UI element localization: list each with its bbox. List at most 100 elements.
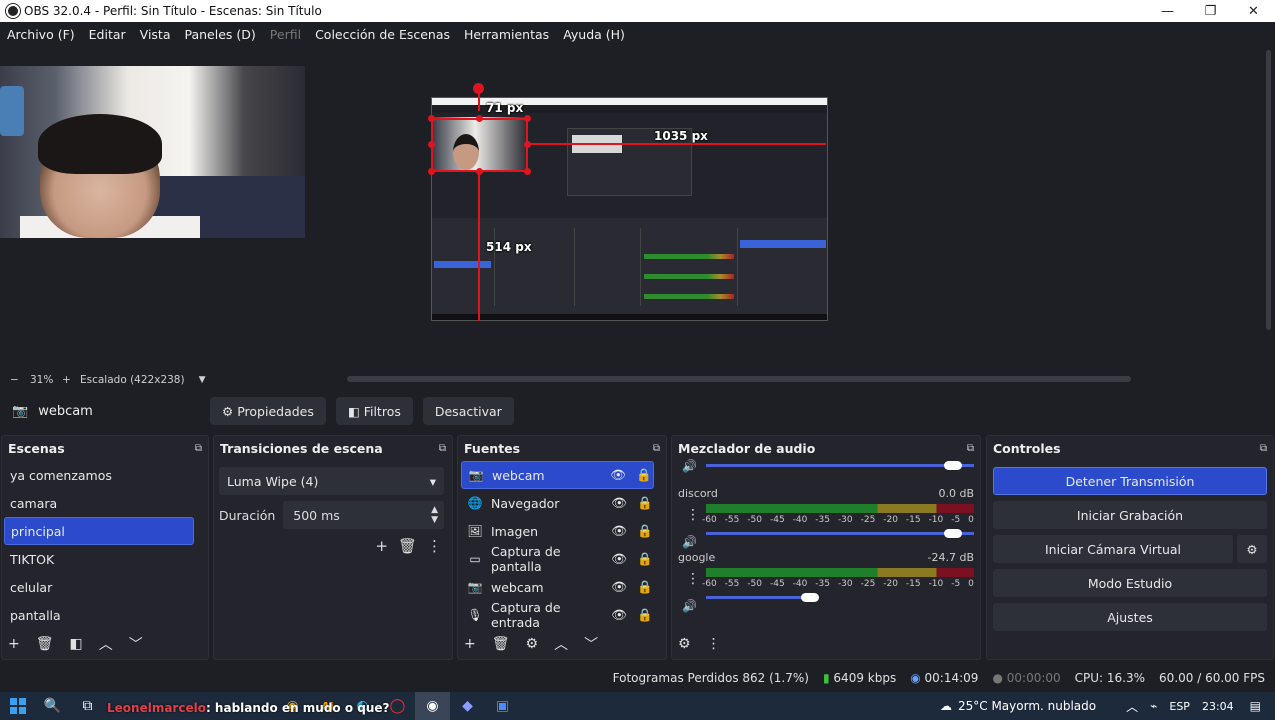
clock[interactable]: 23:04: [1202, 700, 1234, 713]
resize-handle-tl[interactable]: [428, 115, 435, 122]
scene-item[interactable]: principal: [4, 517, 194, 545]
notification-icon[interactable]: ▤: [1250, 699, 1261, 713]
transition-select[interactable]: Luma Wipe (4) ▾: [219, 467, 444, 495]
scene-filters-icon[interactable]: ◧: [70, 636, 83, 652]
add-scene-icon[interactable]: +: [8, 636, 20, 652]
source-item[interactable]: ▭ Captura de pantalla 👁 🔒: [461, 544, 654, 574]
trash-icon[interactable]: 🗑: [398, 537, 417, 555]
more-options-icon[interactable]: ⋮: [686, 571, 700, 587]
studio-mode-button[interactable]: Modo Estudio: [993, 569, 1267, 597]
scaling-dropdown-icon[interactable]: ▼: [199, 375, 206, 385]
volume-slider[interactable]: [706, 529, 974, 539]
more-options-icon[interactable]: ⋮: [427, 537, 442, 555]
resize-handle-mr[interactable]: [524, 141, 531, 148]
eye-icon[interactable]: 👁: [610, 495, 628, 511]
network-icon[interactable]: ⌁: [1150, 699, 1157, 713]
resize-handle-br[interactable]: [524, 168, 531, 175]
source-item[interactable]: 🎙 Captura de entrada 👁 🔒: [461, 600, 654, 630]
scene-item[interactable]: TIKTOK: [4, 545, 194, 573]
source-item[interactable]: 📷 webcam 👁 🔒: [461, 461, 654, 489]
duration-input[interactable]: 500 ms ▲ ▼: [283, 501, 444, 529]
gear-icon[interactable]: ⚙: [526, 636, 539, 652]
menu-item-1[interactable]: Editar: [82, 27, 133, 42]
obs-icon[interactable]: ◉: [415, 692, 450, 720]
menu-item-5[interactable]: Colección de Escenas: [308, 27, 457, 42]
resize-handle-tm[interactable]: [476, 115, 483, 122]
weather-text[interactable]: 25°C Mayorm. nublado: [958, 699, 1096, 713]
minimize-button[interactable]: —: [1146, 0, 1189, 22]
close-button[interactable]: ✕: [1232, 0, 1275, 22]
top-volume-slider[interactable]: [706, 461, 974, 471]
advanced-audio-icon[interactable]: ⚙: [678, 636, 691, 652]
trash-icon[interactable]: 🗑: [36, 636, 54, 652]
lock-icon[interactable]: 🔒: [636, 579, 654, 595]
preview-area[interactable]: 71 px 1035 px 514 px: [0, 46, 1262, 371]
more-options-icon[interactable]: ⋮: [707, 636, 721, 652]
resize-handle-tr[interactable]: [524, 115, 531, 122]
maximize-button[interactable]: ❐: [1189, 0, 1232, 22]
menu-item-7[interactable]: Ayuda (H): [556, 27, 632, 42]
move-up-icon[interactable]: ︿: [99, 634, 113, 654]
speaker-icon[interactable]: 🔊: [682, 535, 697, 549]
scene-item[interactable]: camara: [4, 489, 194, 517]
source-item[interactable]: 🌐 Navegador 👁 🔒: [461, 489, 654, 517]
lock-icon[interactable]: 🔒: [635, 467, 653, 483]
settings-button[interactable]: Ajustes: [993, 603, 1267, 631]
eye-icon[interactable]: 👁: [610, 523, 628, 539]
filters-button[interactable]: ◧ Filtros: [335, 397, 413, 425]
undock-icon[interactable]: ⧉: [1260, 443, 1267, 454]
virtual-camera-settings-button[interactable]: ⚙: [1237, 535, 1267, 563]
stop-streaming-button[interactable]: Detener Transmisión: [993, 467, 1267, 495]
source-item[interactable]: 🖼 Imagen 👁 🔒: [461, 517, 654, 545]
move-up-icon[interactable]: ︿: [554, 634, 568, 654]
lock-icon[interactable]: 🔒: [636, 551, 654, 567]
menu-item-3[interactable]: Paneles (D): [178, 27, 263, 42]
deactivate-button[interactable]: Desactivar: [422, 397, 514, 425]
zoom-in-button[interactable]: +: [62, 374, 76, 386]
undock-icon[interactable]: ⧉: [653, 443, 660, 454]
scene-item[interactable]: celular: [4, 573, 194, 601]
undock-icon[interactable]: ⧉: [439, 443, 446, 454]
add-source-icon[interactable]: +: [464, 636, 476, 652]
preview-vertical-scrollbar[interactable]: [1262, 46, 1275, 371]
trash-icon[interactable]: 🗑: [492, 636, 510, 652]
virtual-camera-button[interactable]: Iniciar Cámara Virtual: [993, 535, 1233, 563]
menu-item-0[interactable]: Archivo (F): [0, 27, 82, 42]
lock-icon[interactable]: 🔒: [636, 495, 654, 511]
selection-box[interactable]: [431, 118, 528, 172]
more-options-icon[interactable]: ⋮: [686, 507, 700, 523]
resize-handle-bm[interactable]: [476, 168, 483, 175]
move-down-icon[interactable]: ﹀: [584, 634, 598, 654]
volume-slider[interactable]: [706, 593, 974, 603]
speaker-icon[interactable]: 🔊: [682, 459, 697, 473]
rotation-handle[interactable]: [473, 83, 484, 94]
lock-icon[interactable]: 🔒: [636, 607, 654, 623]
undock-icon[interactable]: ⧉: [967, 443, 974, 454]
language[interactable]: ESP: [1169, 700, 1190, 713]
start-recording-button[interactable]: Iniciar Grabación: [993, 501, 1267, 529]
scene-item[interactable]: ya comenzamos: [4, 461, 194, 489]
volume-knob[interactable]: [944, 529, 962, 538]
scene-item[interactable]: pantalla: [4, 601, 194, 629]
discord-icon[interactable]: ◆: [450, 692, 485, 720]
eye-icon[interactable]: 👁: [610, 607, 628, 623]
zoom-out-button[interactable]: −: [10, 374, 22, 386]
menu-item-2[interactable]: Vista: [133, 27, 178, 42]
tray-chevron-icon[interactable]: ︿: [1126, 698, 1138, 715]
resize-handle-ml[interactable]: [428, 141, 435, 148]
add-transition-icon[interactable]: +: [375, 537, 388, 555]
preview-horizontal-scrollbar[interactable]: [347, 376, 1131, 382]
app-icon[interactable]: ▣: [485, 692, 520, 720]
eye-icon[interactable]: 👁: [610, 551, 628, 567]
resize-handle-bl[interactable]: [428, 168, 435, 175]
menu-item-4[interactable]: Perfil: [263, 27, 308, 42]
task-view-icon[interactable]: ⧉: [70, 692, 105, 720]
source-item[interactable]: 📷 webcam 👁 🔒: [461, 573, 654, 601]
eye-icon[interactable]: 👁: [609, 467, 627, 483]
move-down-icon[interactable]: ﹀: [129, 634, 143, 654]
eye-icon[interactable]: 👁: [610, 579, 628, 595]
volume-knob[interactable]: [801, 593, 820, 602]
search-icon[interactable]: 🔍: [35, 692, 70, 720]
properties-button[interactable]: ⚙ Propiedades: [210, 397, 326, 425]
menu-item-6[interactable]: Herramientas: [457, 27, 556, 42]
